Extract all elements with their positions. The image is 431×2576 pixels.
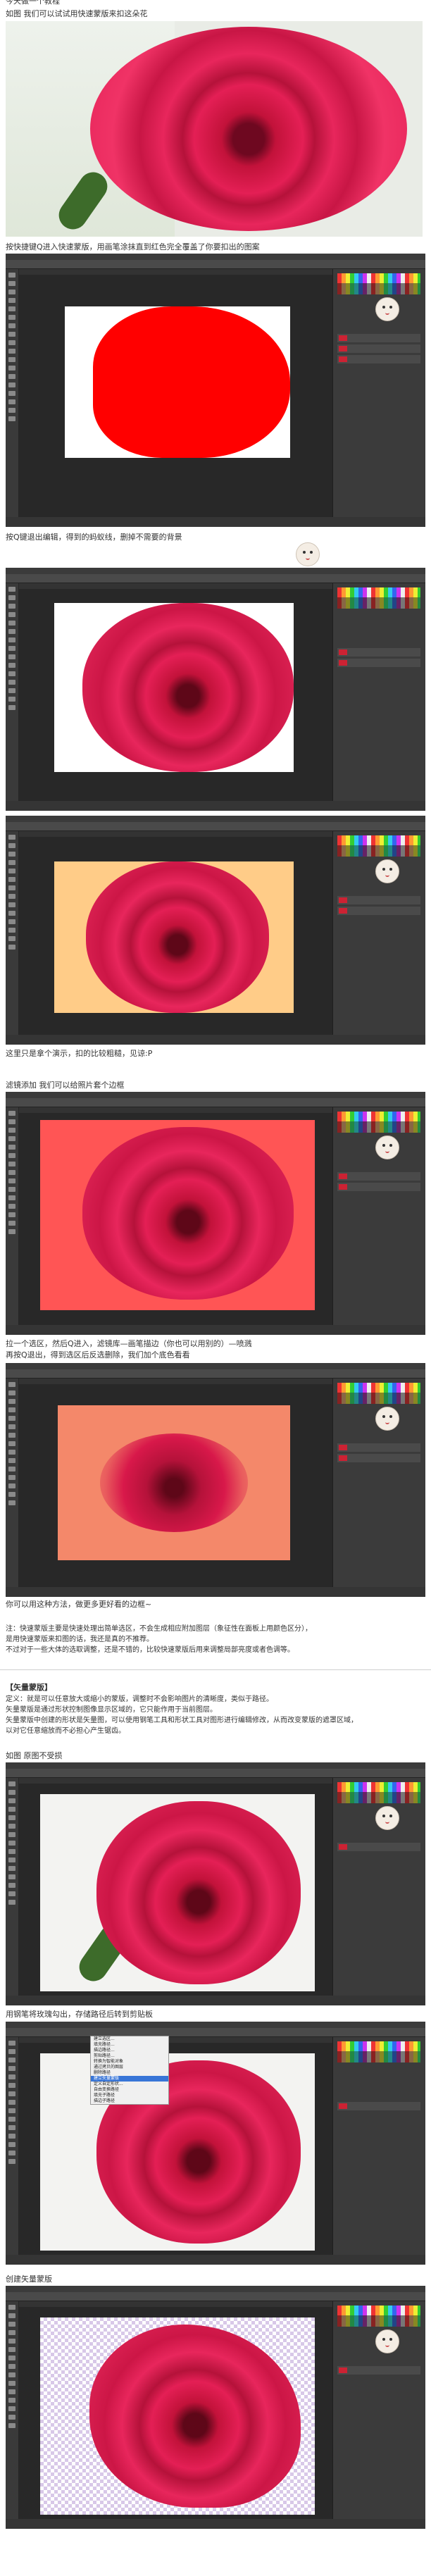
menu-item[interactable]: 转换为智能对象 xyxy=(91,2059,168,2065)
rose-cutout xyxy=(82,603,294,772)
menu-item-selected[interactable]: 建立矢量蒙版 xyxy=(91,2076,168,2082)
note-line-3: 不过对于一些大体的选取调整，还是不错的，比较快速蒙版后用来调整局部亮度或者色调等… xyxy=(6,1646,294,1654)
vector-def-4: 以对它任意缩放而不必担心产生锯齿。 xyxy=(6,1727,125,1735)
photoshop-window-1 xyxy=(6,254,425,527)
caption-step-6a: 拉一个选区，然后Q进入，滤镜库—画笔描边（你也可以用别的）—喷溅 xyxy=(6,1339,252,1348)
caption-step-2: 按快捷键Q进入快速蒙版，用画笔涂抹直到红色完全覆盖了你要扣出的图案 xyxy=(6,242,260,251)
splatter-rose xyxy=(100,1433,248,1532)
caption-step-9: 用钢笔将玫瑰勾出，存储路径后转到剪贴板 xyxy=(6,2010,153,2019)
menu-item[interactable]: 定义自定形状... xyxy=(91,2082,168,2087)
rose-photo xyxy=(6,21,423,237)
sticker-icon xyxy=(375,297,399,321)
note-line-1: 注：快速蒙版主要是快速处理出简单选区，不会生成相应附加图层（象征性在面板上用颜色… xyxy=(6,1625,312,1633)
caption-step-8: 如图 原图不受损 xyxy=(6,1751,63,1760)
menu-item[interactable]: 自由变换路径 xyxy=(91,2087,168,2093)
note-line-2: 是用快速蒙版来扣图的话，我还是真的不推荐。 xyxy=(6,1636,154,1643)
mask-frame xyxy=(40,1120,315,1310)
photoshop-window-4 xyxy=(6,1092,425,1335)
menu-item[interactable]: 填充子路径 xyxy=(91,2093,168,2098)
vector-def-1: 定义：就是可以任意放大或缩小的蒙版，调整时不会影响图片的清晰度，类似于路径。 xyxy=(6,1695,273,1703)
caption-step-5: 滤镜添加 我们可以给照片套个边框 xyxy=(6,1081,125,1090)
peach-background xyxy=(54,861,294,1013)
toolbox[interactable] xyxy=(6,269,18,517)
top-partial-text: 今天做一个教程 xyxy=(6,0,60,6)
vector-mask-title: 【矢量蒙版】 xyxy=(6,1683,52,1692)
menu-item[interactable]: 填充路径... xyxy=(91,2042,168,2048)
quick-mask-overlay xyxy=(93,306,290,458)
menu-bar[interactable] xyxy=(6,254,425,260)
menu-item[interactable]: 描边路径... xyxy=(91,2048,168,2053)
menu-item[interactable]: 剪贴路径... xyxy=(91,2053,168,2059)
menu-item[interactable]: 描边子路径 xyxy=(91,2098,168,2104)
photoshop-window-2 xyxy=(6,568,425,811)
divider xyxy=(0,1669,431,1670)
caption-step-6b: 再按Q退出，得到选区后反选删除，我们加个底色看看 xyxy=(6,1350,190,1359)
transparent-checkerboard xyxy=(40,2317,315,2515)
photoshop-window-5 xyxy=(6,1363,425,1597)
salmon-background xyxy=(58,1405,290,1560)
caption-step-3: 按Q键退出编辑，得到的蚂蚁线，删掉不需要的背景 xyxy=(6,533,182,542)
photoshop-window-6 xyxy=(6,1762,425,2005)
document-tabs[interactable] xyxy=(19,269,332,275)
caption-step-10: 创建矢量蒙版 xyxy=(6,2275,52,2284)
vector-def-2: 矢量蒙版是通过形状控制图像显示区域的，它只能作用于当前图层。 xyxy=(6,1706,217,1714)
sticker-icon-2 xyxy=(296,542,320,566)
options-bar[interactable] xyxy=(6,260,425,269)
caption-step-1: 如图 我们可以试试用快速蒙版来扣这朵花 xyxy=(6,9,148,18)
caption-step-7: 你可以用这种方法，做更多更好看的边框~ xyxy=(6,1600,152,1609)
status-bar xyxy=(6,517,425,527)
photoshop-window-3 xyxy=(6,816,425,1045)
menu-item[interactable]: 建立选区... xyxy=(91,2036,168,2042)
caption-step-4: 这里只是拿个演示，扣的比较粗糙，见谅:P xyxy=(6,1049,153,1058)
canvas-area xyxy=(19,275,332,517)
vector-def-3: 矢量蒙版中创建的形状是矢量图，可以使用钢笔工具和形状工具对图形进行编辑修改，从而… xyxy=(6,1717,358,1724)
right-panels[interactable] xyxy=(332,269,425,517)
menu-item[interactable]: 通过拷贝的图层 xyxy=(91,2065,168,2070)
photoshop-window-7: 建立选区... 填充路径... 描边路径... 剪贴路径... 转换为智能对象 … xyxy=(6,2022,425,2265)
context-menu[interactable]: 建立选区... 填充路径... 描边路径... 剪贴路径... 转换为智能对象 … xyxy=(90,2036,169,2105)
photoshop-window-8 xyxy=(6,2286,425,2529)
menu-item[interactable]: 删除路径 xyxy=(91,2070,168,2076)
vector-masked-rose xyxy=(89,2325,301,2508)
rose-flower xyxy=(90,27,407,231)
